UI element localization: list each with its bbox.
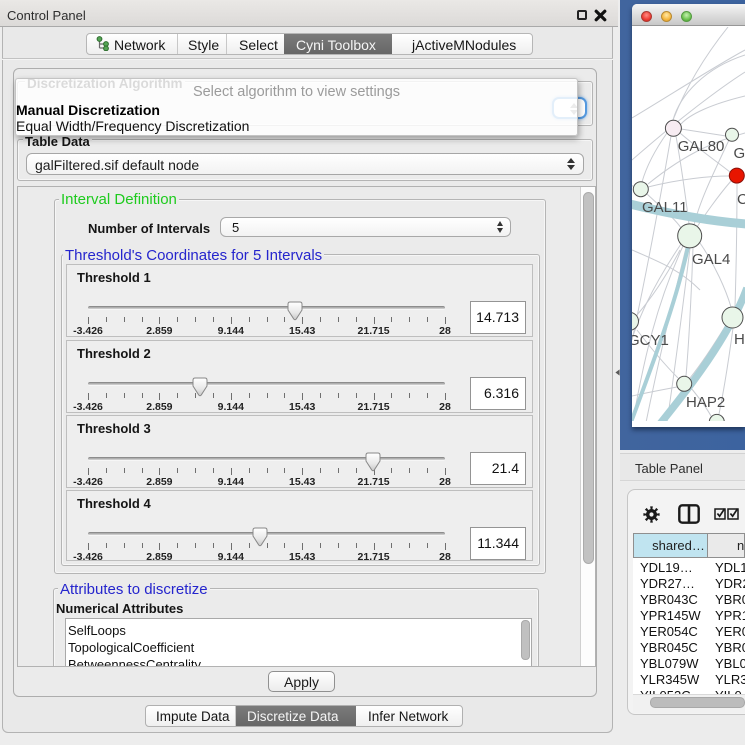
svg-text:GCY1: GCY1 — [632, 332, 669, 349]
svg-text:GAL4: GAL4 — [692, 251, 730, 268]
svg-text:G.: G. — [734, 145, 745, 162]
svg-text:C: C — [737, 191, 745, 208]
svg-text:GAL80: GAL80 — [678, 138, 725, 155]
svg-text:H: H — [734, 331, 745, 348]
svg-text:GAL11: GAL11 — [642, 199, 688, 216]
svg-text:HAP2: HAP2 — [686, 394, 725, 411]
